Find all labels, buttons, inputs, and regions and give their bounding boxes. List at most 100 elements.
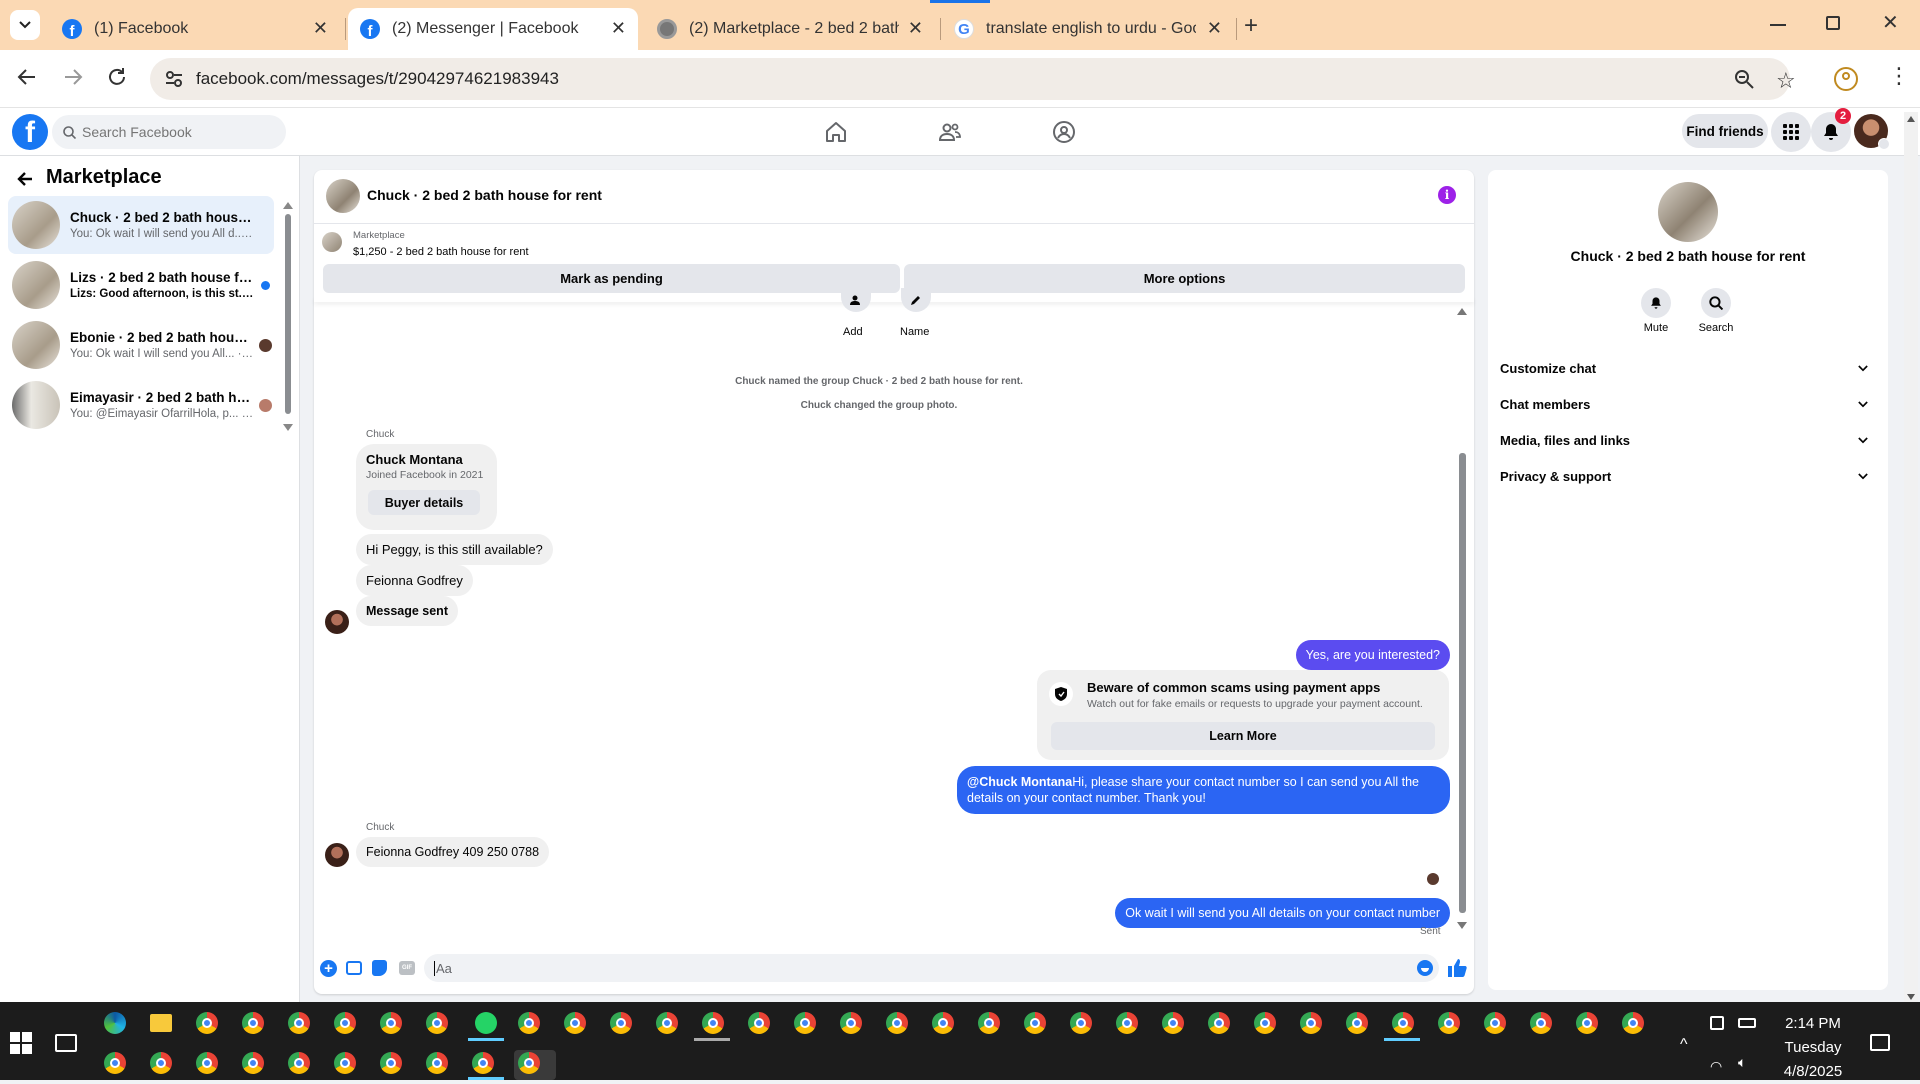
friends-nav-icon[interactable] bbox=[938, 120, 962, 144]
message-input[interactable]: Aa bbox=[424, 954, 1439, 982]
tab-google-translate[interactable]: G translate english to urdu - Goo ✕ bbox=[942, 8, 1234, 50]
conversation-item[interactable]: Eimayasir · 2 bed 2 bath hou... You: @Eim… bbox=[8, 376, 274, 434]
mention[interactable]: @Chuck Montana bbox=[967, 775, 1072, 789]
sidebar-scrollbar[interactable] bbox=[283, 202, 293, 582]
plus-icon[interactable]: + bbox=[320, 960, 337, 977]
chrome-icon[interactable] bbox=[242, 1012, 264, 1034]
chrome-icon[interactable] bbox=[1622, 1012, 1644, 1034]
tray-device-icon[interactable] bbox=[1710, 1016, 1724, 1030]
buyer-details-button[interactable]: Buyer details bbox=[368, 490, 480, 515]
file-explorer-icon[interactable] bbox=[150, 1014, 172, 1032]
back-button[interactable] bbox=[16, 66, 38, 88]
chrome-icon[interactable] bbox=[1162, 1012, 1184, 1034]
notifications-button[interactable]: 2 bbox=[1811, 108, 1851, 152]
home-nav-icon[interactable] bbox=[824, 120, 848, 144]
conversation-item[interactable]: Ebonie · 2 bed 2 bath house ... You: Ok w… bbox=[8, 316, 274, 374]
task-view-icon[interactable] bbox=[55, 1034, 77, 1052]
reload-button[interactable] bbox=[106, 66, 128, 88]
address-bar[interactable]: facebook.com/messages/t/2904297462198394… bbox=[150, 58, 1796, 100]
mark-pending-button[interactable]: Mark as pending bbox=[323, 264, 900, 293]
chrome-icon[interactable] bbox=[748, 1012, 770, 1034]
chrome-icon[interactable] bbox=[886, 1012, 908, 1034]
chrome-icon[interactable] bbox=[1024, 1012, 1046, 1034]
close-tab-icon[interactable]: ✕ bbox=[313, 18, 328, 39]
chrome-icon[interactable] bbox=[564, 1012, 586, 1034]
chrome-icon[interactable] bbox=[932, 1012, 954, 1034]
groups-nav-icon[interactable] bbox=[1052, 120, 1076, 144]
chrome-icon[interactable] bbox=[518, 1052, 540, 1074]
privacy-support-section[interactable]: Privacy & support bbox=[1500, 458, 1876, 494]
search-input[interactable] bbox=[82, 115, 277, 149]
chrome-icon[interactable] bbox=[334, 1012, 356, 1034]
chrome-icon[interactable] bbox=[242, 1052, 264, 1074]
edge-icon[interactable] bbox=[104, 1012, 126, 1034]
facebook-logo[interactable]: f bbox=[12, 114, 48, 150]
chrome-icon[interactable] bbox=[1392, 1012, 1414, 1034]
chrome-menu-icon[interactable]: ⋮ bbox=[1888, 65, 1910, 87]
listing-thumbnail[interactable] bbox=[322, 232, 342, 252]
whatsapp-icon[interactable] bbox=[475, 1012, 497, 1034]
chrome-icon[interactable] bbox=[1576, 1012, 1598, 1034]
close-window-button[interactable]: ✕ bbox=[1882, 10, 1899, 35]
mute-button[interactable] bbox=[1641, 288, 1671, 318]
chrome-icon[interactable] bbox=[794, 1012, 816, 1034]
windows-start-icon[interactable] bbox=[10, 1032, 32, 1054]
like-thumb-icon[interactable] bbox=[1447, 958, 1467, 978]
chat-avatar[interactable] bbox=[326, 179, 360, 213]
clock[interactable]: 2:14 PM Tuesday 4/8/2025 bbox=[1768, 1012, 1858, 1084]
wifi-icon[interactable]: ◠ bbox=[1710, 1058, 1722, 1075]
page-scrollbar[interactable] bbox=[1904, 112, 1918, 1004]
chrome-icon[interactable] bbox=[334, 1052, 356, 1074]
close-tab-icon[interactable]: ✕ bbox=[1207, 18, 1222, 39]
chrome-icon[interactable] bbox=[1070, 1012, 1092, 1034]
search-button[interactable] bbox=[1701, 288, 1731, 318]
battery-icon[interactable] bbox=[1738, 1018, 1756, 1028]
conversation-item[interactable]: Chuck · 2 bed 2 bath house for ... You: O… bbox=[8, 196, 274, 254]
chrome-icon[interactable] bbox=[104, 1052, 126, 1074]
customize-chat-section[interactable]: Customize chat bbox=[1500, 350, 1876, 386]
close-tab-icon[interactable]: ✕ bbox=[908, 18, 923, 39]
chrome-icon[interactable] bbox=[288, 1052, 310, 1074]
profile-icon[interactable] bbox=[1834, 67, 1858, 91]
chat-scrollbar[interactable] bbox=[1456, 308, 1468, 930]
bookmark-star-icon[interactable]: ☆ bbox=[1776, 68, 1796, 94]
site-info-icon[interactable] bbox=[164, 69, 184, 89]
minimize-button[interactable] bbox=[1770, 24, 1786, 26]
chrome-icon[interactable] bbox=[1530, 1012, 1552, 1034]
listing-title[interactable]: $1,250 - 2 bed 2 bath house for rent bbox=[353, 246, 529, 258]
details-avatar[interactable] bbox=[1658, 182, 1718, 242]
forward-button[interactable] bbox=[62, 66, 84, 88]
learn-more-button[interactable]: Learn More bbox=[1051, 722, 1435, 750]
chrome-icon[interactable] bbox=[426, 1052, 448, 1074]
tab-facebook[interactable]: f (1) Facebook ✕ bbox=[50, 8, 340, 50]
emoji-icon[interactable] bbox=[1417, 960, 1433, 976]
conversation-item[interactable]: Lizs · 2 bed 2 bath house for r... Lizs: … bbox=[8, 256, 274, 314]
chrome-icon[interactable] bbox=[288, 1012, 310, 1034]
chrome-icon[interactable] bbox=[702, 1012, 724, 1034]
media-files-section[interactable]: Media, files and links bbox=[1500, 422, 1876, 458]
chrome-icon[interactable] bbox=[840, 1012, 862, 1034]
close-tab-icon[interactable]: ✕ bbox=[611, 18, 626, 39]
notification-center-icon[interactable] bbox=[1870, 1034, 1890, 1051]
sticker-icon[interactable] bbox=[372, 960, 387, 976]
tab-messenger[interactable]: f (2) Messenger | Facebook ✕ bbox=[348, 8, 638, 50]
chrome-icon[interactable] bbox=[1116, 1012, 1138, 1034]
back-arrow-icon[interactable] bbox=[16, 170, 34, 188]
chat-title[interactable]: Chuck · 2 bed 2 bath house for rent bbox=[367, 187, 602, 203]
chrome-icon[interactable] bbox=[1484, 1012, 1506, 1034]
find-friends-button[interactable]: Find friends bbox=[1682, 114, 1768, 148]
chrome-icon[interactable] bbox=[1254, 1012, 1276, 1034]
restore-button[interactable] bbox=[1826, 16, 1840, 30]
tray-chevron-icon[interactable]: ^ bbox=[1680, 1036, 1688, 1054]
zoom-icon[interactable] bbox=[1734, 69, 1754, 89]
info-icon[interactable]: i bbox=[1438, 186, 1456, 204]
chat-members-section[interactable]: Chat members bbox=[1500, 386, 1876, 422]
chrome-icon[interactable] bbox=[1300, 1012, 1322, 1034]
chrome-icon[interactable] bbox=[472, 1052, 494, 1074]
gif-icon[interactable]: GIF bbox=[399, 961, 415, 975]
chrome-icon[interactable] bbox=[426, 1012, 448, 1034]
chrome-icon[interactable] bbox=[610, 1012, 632, 1034]
more-options-button[interactable]: More options bbox=[904, 264, 1465, 293]
chrome-icon[interactable] bbox=[518, 1012, 540, 1034]
chrome-icon[interactable] bbox=[1208, 1012, 1230, 1034]
